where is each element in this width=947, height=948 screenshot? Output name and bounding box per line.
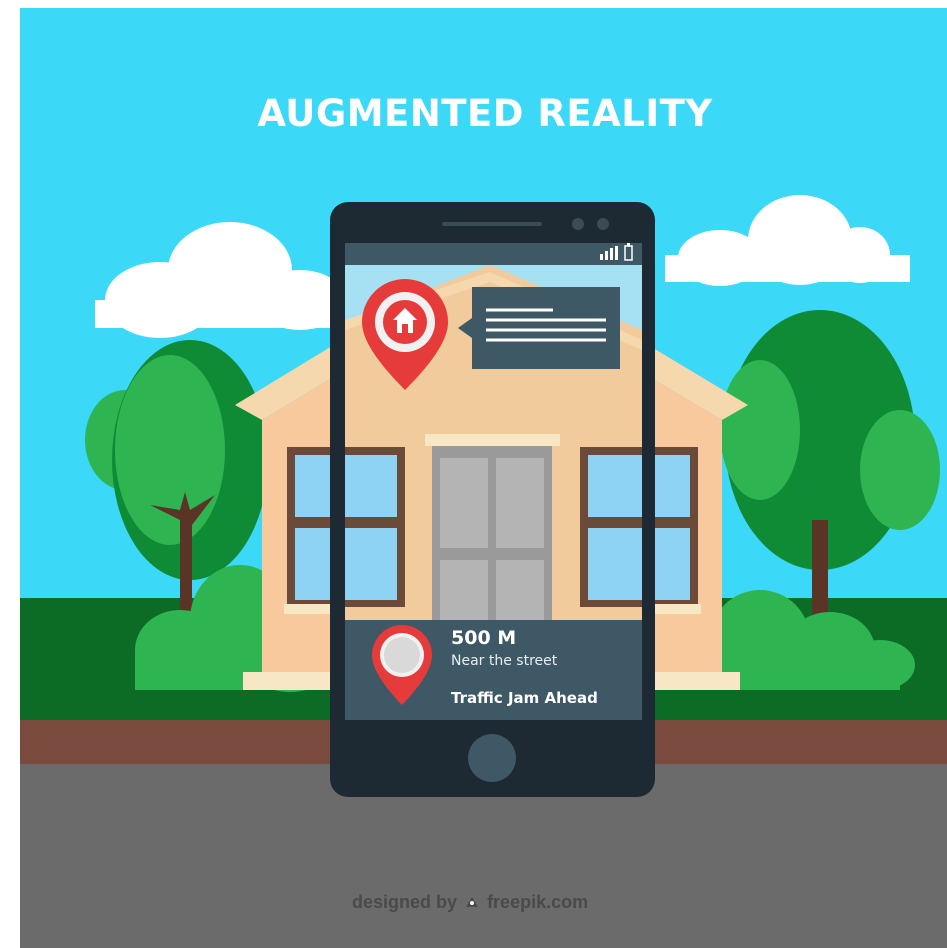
credit-prefix: designed by bbox=[352, 892, 458, 912]
home-button bbox=[468, 734, 516, 782]
location-note: Near the street bbox=[451, 653, 558, 669]
ar-illustration bbox=[0, 0, 947, 948]
info-bubble bbox=[472, 287, 620, 369]
credit-site: freepik.com bbox=[487, 892, 589, 912]
phone bbox=[330, 202, 655, 797]
distance-label: 500 M bbox=[451, 627, 517, 649]
traffic-alert: Traffic Jam Ahead bbox=[451, 689, 598, 707]
freepik-logo-icon bbox=[466, 897, 479, 907]
credit-line: designed by freepik.com bbox=[352, 892, 588, 913]
headline: AUGMENTED REALITY bbox=[257, 92, 713, 135]
